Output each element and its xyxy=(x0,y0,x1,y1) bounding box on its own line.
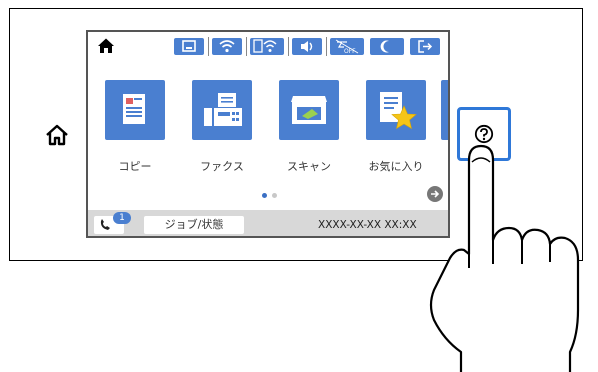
job-status-button[interactable]: ジョブ/状態 xyxy=(144,216,244,234)
scan-tile[interactable] xyxy=(279,80,339,140)
home-icon[interactable] xyxy=(97,37,115,55)
favorites-tile[interactable] xyxy=(366,80,426,140)
volume-icon[interactable] xyxy=(292,38,322,55)
copy-label: コピー xyxy=(118,160,152,173)
divider xyxy=(326,37,327,56)
pointing-hand-icon xyxy=(429,144,580,372)
svg-text:OFF: OFF xyxy=(344,48,356,55)
hardware-home-button-icon[interactable] xyxy=(44,122,70,148)
lcd-screen: OFF コピー ファクス スキャン お気に入り 1 ジョブ/状態 XXXX-XX… xyxy=(86,30,450,238)
favorites-icon xyxy=(380,92,417,130)
wifi-direct-icon[interactable] xyxy=(250,38,284,55)
copy-icon xyxy=(123,94,145,124)
page-indicator-inactive xyxy=(272,193,277,198)
datetime-display: XXXX-XX-XX XX:XX xyxy=(318,219,417,231)
job-count-badge: 1 xyxy=(113,212,131,224)
quiet-off-icon[interactable]: OFF xyxy=(330,38,364,55)
scan-icon xyxy=(291,96,327,124)
logout-icon[interactable] xyxy=(410,38,440,55)
fax-tile[interactable] xyxy=(192,80,252,140)
bottom-bar: 1 ジョブ/状態 XXXX-XX-XX XX:XX xyxy=(88,210,448,236)
next-tile-partial[interactable] xyxy=(441,80,448,140)
divider xyxy=(246,37,247,56)
wifi-icon[interactable] xyxy=(212,38,242,55)
page-indicator-active xyxy=(262,193,267,198)
fax-icon xyxy=(204,93,242,126)
sleep-moon-icon[interactable] xyxy=(370,38,404,55)
copy-tile[interactable] xyxy=(105,80,165,140)
scan-label: スキャン xyxy=(287,160,331,173)
paper-setting-icon[interactable] xyxy=(174,38,204,55)
divider xyxy=(288,37,289,56)
divider xyxy=(208,37,209,56)
status-bar: OFF xyxy=(88,32,448,60)
fax-label: ファクス xyxy=(200,160,244,173)
